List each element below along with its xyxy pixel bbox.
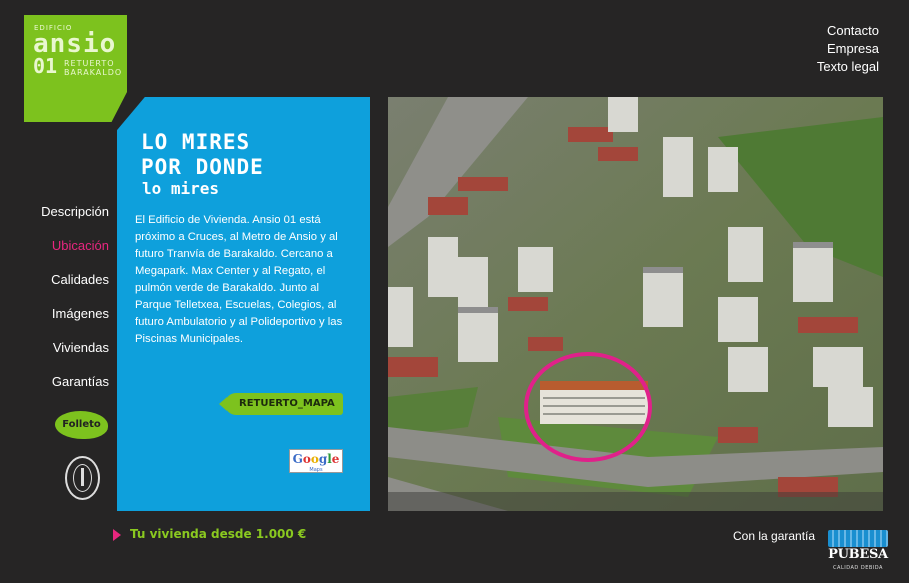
promo-arrow-icon	[113, 529, 121, 541]
retuerto-map-button[interactable]: RETUERTO_MAPA	[219, 393, 343, 415]
certification-seal-icon	[65, 456, 100, 500]
folleto-button[interactable]: Folleto	[55, 411, 108, 439]
aerial-photo	[388, 97, 883, 511]
headline-line1: LO MIRES	[141, 130, 251, 154]
top-nav: Contacto Empresa Texto legal	[817, 22, 879, 76]
nav-contacto[interactable]: Contacto	[817, 22, 879, 40]
menu-garantias[interactable]: Garantías	[0, 370, 109, 404]
logo-location-line1: RETUERTO	[64, 59, 115, 68]
menu-viviendas[interactable]: Viviendas	[0, 336, 109, 370]
google-maps-logo: Google	[292, 452, 340, 466]
menu-calidades[interactable]: Calidades	[0, 268, 109, 302]
logo[interactable]: EDIFICIO ansio 01 RETUERTO BARAKALDO	[24, 15, 127, 122]
google-maps-sub: Maps	[309, 467, 323, 473]
promo-link[interactable]: Tu vivienda desde 1.000 €	[130, 527, 306, 541]
pubesa-wave-icon	[828, 530, 888, 547]
panel-headline: LO MIRES POR DONDE	[141, 130, 264, 180]
headline-line2: POR DONDE	[141, 155, 264, 179]
side-menu: Descripción Ubicación Calidades Imágenes…	[0, 200, 109, 404]
pubesa-name: PUBESA	[828, 547, 888, 562]
menu-ubicacion[interactable]: Ubicación	[0, 234, 109, 268]
logo-location-line2: BARAKALDO	[64, 68, 123, 77]
pubesa-tagline: CALIDAD DEBIDA	[833, 565, 883, 571]
logo-number: 01	[33, 54, 58, 78]
menu-imagenes[interactable]: Imágenes	[0, 302, 109, 336]
google-maps-button[interactable]: Google Maps	[289, 449, 343, 473]
headline-subtitle: lo mires	[142, 179, 220, 198]
nav-empresa[interactable]: Empresa	[817, 40, 879, 58]
nav-texto-legal[interactable]: Texto legal	[817, 58, 879, 76]
pubesa-logo[interactable]: PUBESA CALIDAD DEBIDA	[828, 530, 888, 575]
guarantee-label: Con la garantía	[733, 529, 816, 543]
location-description: El Edificio de Vivienda. Ansio 01 está p…	[135, 214, 343, 345]
logo-location: RETUERTO BARAKALDO	[64, 59, 122, 77]
menu-descripcion[interactable]: Descripción	[0, 200, 109, 234]
